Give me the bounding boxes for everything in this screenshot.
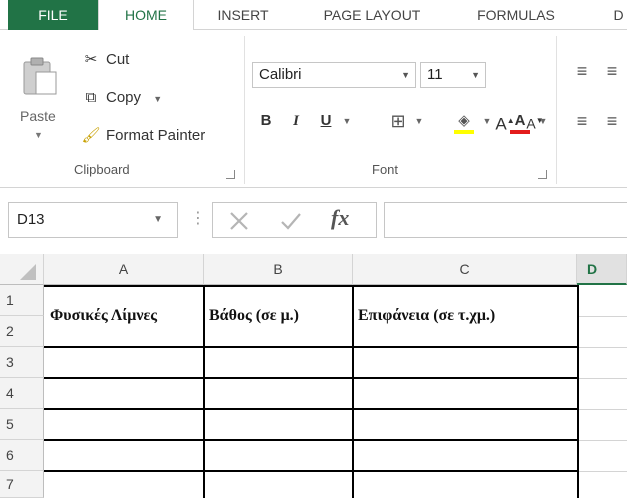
ribbon-tab-bar: FILE HOME INSERT PAGE LAYOUT FORMULAS D bbox=[0, 0, 627, 31]
tab-formulas[interactable]: FORMULAS bbox=[466, 0, 566, 30]
copy-button[interactable]: ⧉ Copy ▼ bbox=[80, 86, 162, 110]
tab-data[interactable]: D bbox=[610, 0, 627, 30]
row-header-7[interactable]: 7 bbox=[0, 471, 44, 498]
copy-label: Copy bbox=[106, 89, 142, 106]
table-border bbox=[44, 285, 579, 287]
row-header-6[interactable]: 6 bbox=[0, 440, 44, 471]
underline-button[interactable]: U bbox=[316, 108, 336, 134]
chevron-down-icon: ▼ bbox=[401, 70, 410, 80]
copy-dropdown-icon[interactable]: ▼ bbox=[153, 94, 162, 104]
fill-color-icon[interactable]: ◈ bbox=[452, 108, 476, 134]
enter-check-icon[interactable] bbox=[279, 209, 303, 233]
group-separator bbox=[244, 36, 245, 184]
row-header-5[interactable]: 5 bbox=[0, 409, 44, 440]
font-name-value: Calibri bbox=[259, 66, 302, 83]
align-center-icon[interactable]: ≡ bbox=[600, 108, 624, 134]
paste-label: Paste bbox=[20, 108, 56, 124]
row-header-2[interactable]: 2 bbox=[0, 316, 44, 347]
font-size-value: 11 bbox=[427, 66, 443, 83]
copy-icon: ⧉ bbox=[85, 89, 97, 106]
gridline bbox=[577, 471, 627, 472]
font-launcher-icon[interactable] bbox=[538, 170, 547, 179]
cell-c1-header[interactable]: Επιφάνεια (σε τ.χμ.) bbox=[358, 307, 495, 325]
font-group-label: Font bbox=[372, 162, 399, 177]
paste-icon bbox=[23, 57, 57, 95]
format-painter-button[interactable]: 🖌 Format Painter bbox=[80, 124, 205, 148]
select-all-icon bbox=[20, 264, 36, 280]
insert-function-icon[interactable]: fx bbox=[331, 205, 349, 231]
format-painter-icon: 🖌 bbox=[81, 127, 101, 144]
format-painter-label: Format Painter bbox=[106, 127, 206, 144]
borders-dropdown-icon[interactable]: ▼ bbox=[412, 108, 426, 134]
column-header-d[interactable]: D bbox=[577, 254, 627, 285]
table-border bbox=[352, 285, 354, 498]
tab-page-layout[interactable]: PAGE LAYOUT bbox=[312, 0, 432, 30]
table-border bbox=[577, 285, 579, 498]
align-left-icon[interactable]: ≡ bbox=[570, 108, 594, 134]
cut-label: Cut bbox=[106, 51, 130, 68]
table-border bbox=[44, 439, 579, 441]
paste-button[interactable]: Paste ▼ bbox=[16, 48, 64, 148]
borders-icon[interactable]: ⊞ bbox=[386, 108, 410, 134]
table-border bbox=[44, 470, 579, 472]
table-border bbox=[44, 346, 579, 348]
column-header-a[interactable]: A bbox=[44, 254, 204, 285]
gridline bbox=[577, 409, 627, 410]
fill-color-bar bbox=[454, 130, 474, 134]
font-color-button[interactable]: A bbox=[508, 108, 532, 134]
column-header-b[interactable]: B bbox=[204, 254, 353, 285]
align-top-icon[interactable]: ≡ bbox=[570, 58, 594, 84]
formula-bar-row: D13 ▼ ⋮ fx bbox=[0, 196, 627, 248]
cancel-icon[interactable] bbox=[227, 209, 251, 233]
font-color-bar bbox=[510, 130, 530, 134]
gridline bbox=[577, 347, 627, 348]
tab-file[interactable]: FILE bbox=[8, 0, 98, 30]
formula-buttons: fx bbox=[212, 202, 377, 238]
paste-dropdown-icon[interactable]: ▼ bbox=[34, 130, 43, 140]
column-header-c[interactable]: C bbox=[353, 254, 577, 285]
formula-input[interactable] bbox=[384, 202, 627, 238]
cell-b1-header[interactable]: Βάθος (σε μ.) bbox=[209, 307, 299, 325]
row-header-1[interactable]: 1 bbox=[0, 285, 44, 316]
gridline bbox=[577, 316, 627, 317]
cell-a1-header[interactable]: Φυσικές Λίμνες bbox=[50, 307, 157, 325]
font-name-select[interactable]: Calibri ▼ bbox=[252, 62, 416, 88]
group-separator bbox=[556, 36, 557, 184]
underline-dropdown-icon[interactable]: ▼ bbox=[340, 108, 354, 134]
row-header-3[interactable]: 3 bbox=[0, 347, 44, 378]
font-color-dropdown-icon[interactable]: ▼ bbox=[536, 108, 550, 134]
grow-font-icon: A bbox=[495, 114, 507, 134]
font-color-icon: A bbox=[514, 112, 526, 129]
font-size-select[interactable]: 11 ▼ bbox=[420, 62, 486, 88]
ribbon: Paste ▼ ✂ Cut ⧉ Copy ▼ 🖌 Format Painter Cli… bbox=[0, 30, 627, 188]
name-box[interactable]: D13 ▼ bbox=[8, 202, 178, 238]
fill-dropdown-icon[interactable]: ▼ bbox=[480, 108, 494, 134]
italic-button[interactable]: I bbox=[286, 108, 306, 134]
tab-insert[interactable]: INSERT bbox=[208, 0, 278, 30]
chevron-down-icon[interactable]: ▼ bbox=[153, 203, 163, 237]
select-all-corner[interactable] bbox=[0, 254, 44, 285]
scissors-icon: ✂ bbox=[84, 51, 98, 68]
tab-home[interactable]: HOME bbox=[98, 0, 194, 31]
resize-handle-icon[interactable]: ⋮ bbox=[190, 208, 206, 228]
row-header-4[interactable]: 4 bbox=[0, 378, 44, 409]
table-border bbox=[44, 377, 579, 379]
cut-button[interactable]: ✂ Cut bbox=[80, 48, 130, 72]
table-border bbox=[203, 285, 205, 498]
table-border bbox=[44, 408, 579, 410]
chevron-down-icon: ▼ bbox=[471, 70, 480, 80]
worksheet-grid: A B C D 1 2 3 4 5 6 7 Φυσικές Λίμνες Βάθ… bbox=[0, 254, 627, 498]
gridline bbox=[577, 440, 627, 441]
name-box-value: D13 bbox=[17, 211, 45, 228]
clipboard-launcher-icon[interactable] bbox=[226, 170, 235, 179]
align-middle-icon[interactable]: ≡ bbox=[600, 58, 624, 84]
bold-button[interactable]: B bbox=[256, 108, 276, 134]
clipboard-group-label: Clipboard bbox=[74, 162, 130, 177]
gridline bbox=[577, 378, 627, 379]
